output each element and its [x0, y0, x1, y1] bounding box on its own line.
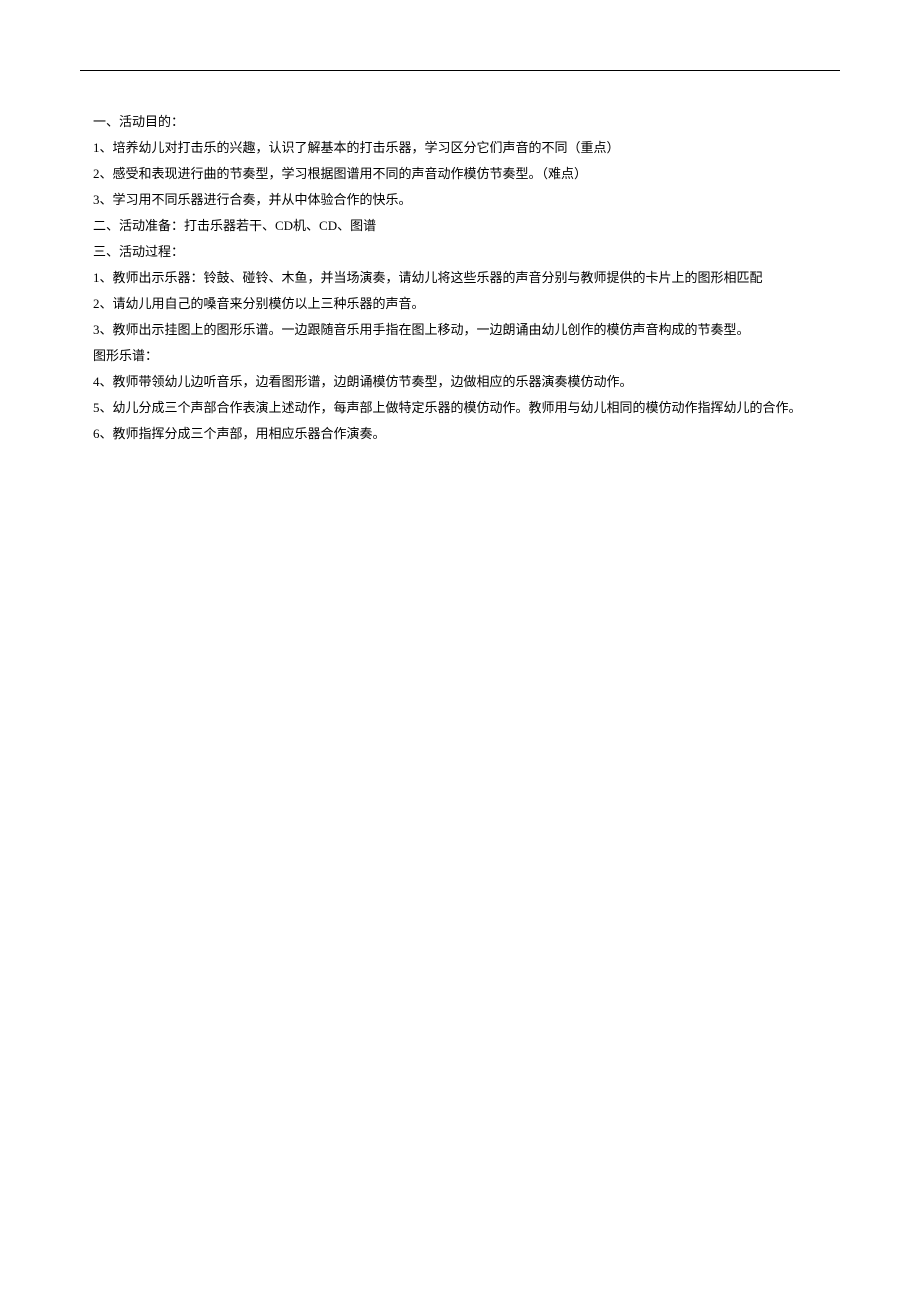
objective-3: 3、学习用不同乐器进行合奏，并从中体验合作的快乐。: [80, 187, 840, 213]
process-3: 3、教师出示挂图上的图形乐谱。一边跟随音乐用手指在图上移动，一边朗诵由幼儿创作的…: [80, 317, 840, 343]
objective-2: 2、感受和表现进行曲的节奏型，学习根据图谱用不同的声音动作模仿节奏型。（难点）: [80, 161, 840, 187]
process-2: 2、请幼儿用自己的嗓音来分别模仿以上三种乐器的声音。: [80, 291, 840, 317]
section-2-heading: 二、活动准备：打击乐器若干、CD机、CD、图谱: [80, 213, 840, 239]
objective-1: 1、培养幼儿对打击乐的兴趣，认识了解基本的打击乐器，学习区分它们声音的不同（重点…: [80, 135, 840, 161]
process-1: 1、教师出示乐器：铃鼓、碰铃、木鱼，并当场演奏，请幼儿将这些乐器的声音分别与教师…: [80, 265, 840, 291]
process-5: 5、幼儿分成三个声部合作表演上述动作，每声部上做特定乐器的模仿动作。教师用与幼儿…: [80, 395, 840, 421]
process-4: 4、教师带领幼儿边听音乐，边看图形谱，边朗诵模仿节奏型，边做相应的乐器演奏模仿动…: [80, 369, 840, 395]
section-1-heading: 一、活动目的：: [80, 109, 840, 135]
horizontal-divider: [80, 70, 840, 71]
score-label: 图形乐谱：: [80, 343, 840, 369]
section-3-heading: 三、活动过程：: [80, 239, 840, 265]
process-6: 6、教师指挥分成三个声部，用相应乐器合作演奏。: [80, 421, 840, 447]
